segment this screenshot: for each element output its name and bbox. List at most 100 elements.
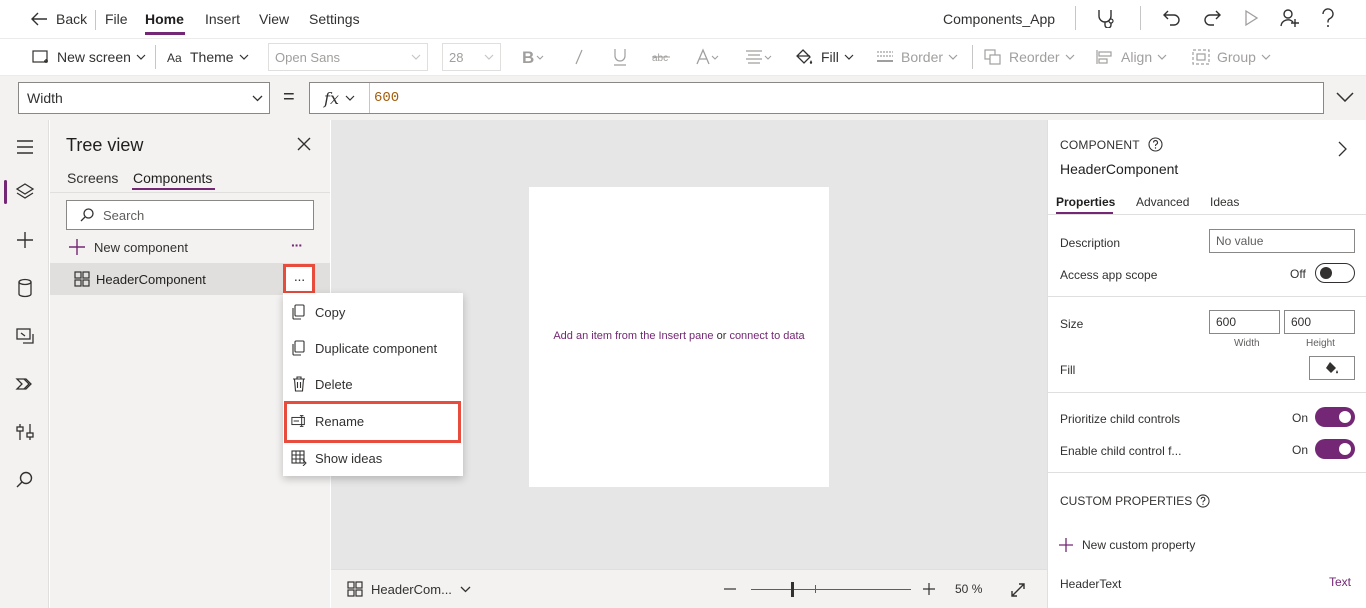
zoom-out-icon[interactable] bbox=[724, 588, 736, 590]
description-field[interactable]: No value bbox=[1209, 229, 1355, 253]
divider bbox=[1140, 6, 1141, 30]
help-icon[interactable] bbox=[1321, 8, 1335, 28]
menu-settings[interactable]: Settings bbox=[309, 11, 360, 27]
border-button[interactable]: Border bbox=[876, 39, 958, 75]
menu-view[interactable]: View bbox=[259, 11, 289, 27]
theme-icon: Aa bbox=[167, 50, 183, 64]
fill-color-picker[interactable] bbox=[1309, 356, 1355, 380]
size-label: Size bbox=[1060, 317, 1084, 331]
tab-components[interactable]: Components bbox=[133, 170, 212, 186]
search-input[interactable]: Search bbox=[66, 200, 314, 230]
layers-icon[interactable] bbox=[14, 181, 36, 203]
media-icon[interactable] bbox=[14, 325, 36, 347]
tab-properties[interactable]: Properties bbox=[1056, 195, 1115, 209]
close-icon[interactable] bbox=[297, 137, 311, 151]
theme-label: Theme bbox=[190, 49, 234, 65]
component-artboard[interactable]: Add an item from the Insert pane or conn… bbox=[529, 187, 829, 487]
zoom-in-icon[interactable] bbox=[923, 583, 935, 595]
help-circle-icon[interactable] bbox=[1148, 137, 1163, 152]
expand-formula-icon[interactable] bbox=[1336, 92, 1354, 102]
connect-data-link[interactable]: connect to data bbox=[729, 330, 804, 342]
access-scope-toggle[interactable] bbox=[1315, 263, 1355, 283]
font-family-dropdown[interactable]: Open Sans bbox=[268, 43, 428, 71]
formula-input[interactable]: 600 bbox=[374, 90, 399, 106]
power-automate-icon[interactable] bbox=[14, 373, 36, 395]
context-menu: Copy Duplicate component Delete Rename S… bbox=[283, 293, 463, 476]
fill-button[interactable]: Fill bbox=[796, 39, 854, 75]
prioritize-label: Prioritize child controls bbox=[1060, 412, 1181, 426]
chevron-down-icon bbox=[411, 54, 421, 60]
tree-item-headercomponent[interactable]: HeaderComponent ··· bbox=[50, 263, 330, 295]
height-field[interactable]: 600 bbox=[1284, 310, 1355, 334]
undo-icon[interactable] bbox=[1162, 8, 1182, 28]
zoom-slider-thumb[interactable] bbox=[791, 582, 794, 597]
rename-highlight-box bbox=[284, 401, 461, 443]
fill-label: Fill bbox=[821, 49, 839, 65]
property-value: Width bbox=[27, 90, 63, 106]
canvas-status-bar: HeaderCom... 50 % bbox=[331, 569, 1047, 608]
search-icon[interactable] bbox=[14, 469, 36, 491]
svg-text:abc: abc bbox=[652, 53, 668, 64]
group-label: Group bbox=[1217, 49, 1256, 65]
chevron-down-icon bbox=[136, 54, 146, 60]
trash-icon bbox=[291, 376, 307, 392]
new-component-button[interactable]: New component bbox=[68, 238, 188, 256]
text-align-button[interactable] bbox=[745, 39, 773, 75]
ideas-icon bbox=[291, 450, 307, 466]
access-scope-label: Access app scope bbox=[1060, 268, 1158, 282]
font-size-dropdown[interactable]: 28 bbox=[442, 43, 501, 71]
component-selector[interactable]: HeaderCom... bbox=[347, 581, 471, 597]
tab-ideas[interactable]: Ideas bbox=[1210, 195, 1239, 209]
collapse-panel-icon[interactable] bbox=[1338, 141, 1347, 157]
redo-icon[interactable] bbox=[1202, 8, 1222, 28]
menu-home[interactable]: Home bbox=[145, 11, 184, 27]
ellipsis-icon: ··· bbox=[293, 271, 306, 287]
database-icon[interactable] bbox=[14, 277, 36, 299]
width-field[interactable]: 600 bbox=[1209, 310, 1280, 334]
tab-advanced[interactable]: Advanced bbox=[1136, 195, 1189, 209]
menu-item-duplicate[interactable]: Duplicate component bbox=[283, 330, 463, 366]
divider bbox=[1048, 214, 1366, 215]
menu-item-show-ideas[interactable]: Show ideas bbox=[283, 440, 463, 476]
italic-button[interactable] bbox=[574, 39, 584, 75]
zoom-slider-track[interactable] bbox=[751, 589, 911, 590]
reorder-button[interactable]: Reorder bbox=[984, 39, 1075, 75]
menu-item-copy[interactable]: Copy bbox=[283, 294, 463, 330]
property-dropdown[interactable]: Width bbox=[18, 82, 270, 114]
fit-to-window-icon[interactable] bbox=[1010, 582, 1026, 598]
prioritize-toggle[interactable] bbox=[1315, 407, 1355, 427]
variables-icon[interactable] bbox=[14, 421, 36, 443]
font-color-button[interactable] bbox=[695, 39, 723, 75]
fx-button[interactable]: fx bbox=[310, 83, 370, 113]
insert-plus-icon[interactable] bbox=[14, 229, 36, 251]
bold-button[interactable]: B bbox=[522, 39, 546, 75]
back-button[interactable]: Back bbox=[30, 11, 87, 27]
search-placeholder: Search bbox=[103, 207, 145, 223]
custom-property-name[interactable]: HeaderText bbox=[1060, 577, 1121, 591]
insert-pane-link[interactable]: Add an item from the Insert pane bbox=[553, 330, 713, 342]
underline-button[interactable] bbox=[613, 39, 627, 75]
border-icon bbox=[876, 50, 894, 64]
duplicate-icon bbox=[291, 340, 307, 356]
menu-insert[interactable]: Insert bbox=[205, 11, 240, 27]
app-name: Components_App bbox=[943, 11, 1056, 27]
menu-item-delete[interactable]: Delete bbox=[283, 366, 463, 402]
align-button[interactable]: Align bbox=[1096, 39, 1167, 75]
enable-child-toggle[interactable] bbox=[1315, 439, 1355, 459]
hamburger-menu-icon[interactable] bbox=[14, 136, 36, 158]
share-user-icon[interactable] bbox=[1279, 7, 1301, 29]
strikethrough-button[interactable]: abc bbox=[652, 39, 670, 75]
item-more-options-button[interactable]: ··· bbox=[283, 264, 315, 294]
more-options-button[interactable]: ··· bbox=[291, 237, 303, 253]
tab-screens[interactable]: Screens bbox=[67, 170, 118, 186]
new-screen-button[interactable]: New screen bbox=[32, 39, 146, 75]
menu-file[interactable]: File bbox=[105, 11, 128, 27]
group-button[interactable]: Group bbox=[1192, 39, 1271, 75]
app-checker-icon[interactable] bbox=[1095, 8, 1117, 28]
properties-panel: COMPONENT HeaderComponent Properties Adv… bbox=[1047, 120, 1366, 608]
theme-button[interactable]: Aa Theme bbox=[167, 39, 249, 75]
border-label: Border bbox=[901, 49, 944, 65]
new-custom-property-button[interactable]: New custom property bbox=[1058, 537, 1195, 553]
help-circle-icon[interactable] bbox=[1196, 494, 1210, 508]
play-icon[interactable] bbox=[1243, 9, 1259, 27]
